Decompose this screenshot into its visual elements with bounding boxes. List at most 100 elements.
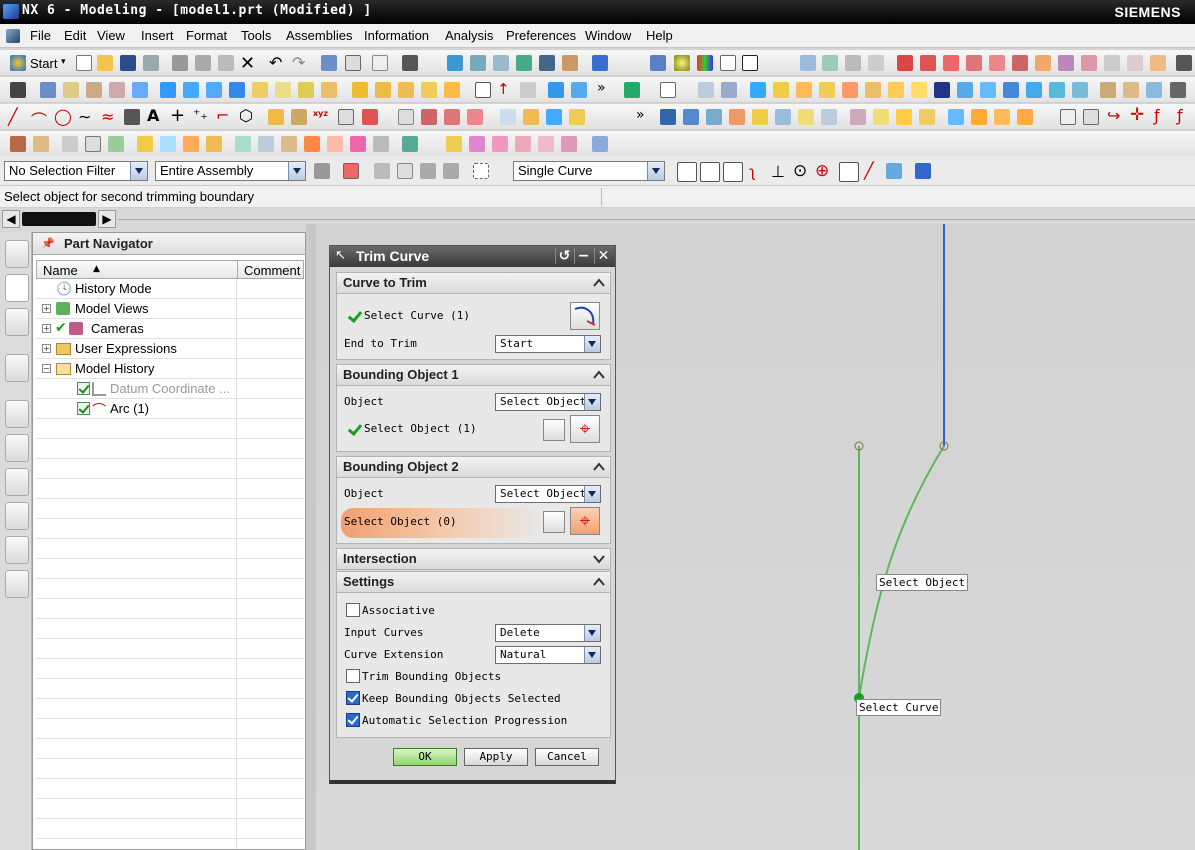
snap-arc-center-icon[interactable]: ⊙ (793, 161, 807, 181)
process-studio-icon[interactable] (5, 468, 29, 496)
divide-curve-icon[interactable] (729, 109, 745, 125)
tree-item-cameras[interactable]: + ✔ Cameras (36, 319, 304, 339)
fill-surface-icon[interactable] (773, 82, 789, 98)
unsuppress-icon[interactable] (183, 136, 199, 152)
expand-chevron-icon[interactable] (592, 552, 606, 566)
end-to-trim-dropdown[interactable]: Start (495, 335, 601, 353)
law-extension-icon[interactable] (934, 82, 950, 98)
point-icon[interactable]: + (170, 105, 185, 126)
offset-surface-icon[interactable] (1072, 82, 1088, 98)
menu-view[interactable]: View (97, 28, 125, 43)
arc-icon[interactable]: ⌒ (31, 107, 47, 131)
snap-bounded-grid-icon[interactable] (915, 163, 931, 179)
snap-quadrant-icon[interactable] (1012, 55, 1028, 71)
edit-spline-icon[interactable] (850, 109, 866, 125)
menu-analysis[interactable]: Analysis (445, 28, 493, 43)
more-surface-icon[interactable] (1170, 82, 1186, 98)
datum-plane-icon[interactable] (475, 82, 491, 98)
slope-icon[interactable] (994, 109, 1010, 125)
layer-icon[interactable] (800, 55, 816, 71)
arc-curve[interactable] (858, 445, 945, 699)
column-name[interactable]: Name (43, 263, 78, 278)
make-coplanar-icon[interactable] (515, 136, 531, 152)
expand-icon[interactable]: + (42, 304, 51, 313)
sphere-icon[interactable] (674, 55, 690, 71)
trim-corner-icon[interactable] (706, 109, 722, 125)
associative-checkbox[interactable] (346, 603, 360, 617)
snap-end-point-icon[interactable] (700, 162, 720, 182)
line-icon[interactable]: ╱ (8, 107, 18, 126)
sphere-feature-icon[interactable] (206, 82, 222, 98)
snap-bounded-icon[interactable] (1104, 55, 1120, 71)
menu-file[interactable]: File (30, 28, 51, 43)
system-materials-icon[interactable] (5, 434, 29, 462)
mirror-face-icon[interactable] (469, 136, 485, 152)
project-icon[interactable] (421, 109, 437, 125)
point-dialog-icon[interactable] (543, 419, 565, 441)
surface-analysis-icon[interactable] (948, 109, 964, 125)
curve-analysis-icon[interactable]: ↪ (1107, 106, 1120, 125)
cut-icon[interactable] (172, 55, 188, 71)
measure-distance-icon[interactable] (1060, 109, 1076, 125)
more-chevron-icon[interactable]: » (597, 80, 606, 96)
menu-tools[interactable]: Tools (241, 28, 271, 43)
pocket-icon[interactable] (275, 82, 291, 98)
menu-information[interactable]: Information (364, 28, 429, 43)
edit-fillet-icon[interactable] (752, 109, 768, 125)
chevron-down-icon[interactable]: ▾ (61, 57, 66, 67)
feature-checkbox[interactable] (77, 382, 90, 395)
grid-toggle-icon[interactable] (1176, 55, 1192, 71)
selection-filter-dropdown[interactable]: No Selection Filter (4, 161, 148, 181)
tree-item-arc[interactable]: ⌒ Arc (1) (36, 399, 304, 419)
collapse-chevron-icon[interactable] (592, 276, 606, 290)
boss-icon[interactable] (252, 82, 268, 98)
binoculars-icon[interactable] (402, 55, 418, 71)
repeat-command-icon[interactable] (321, 55, 337, 71)
layer-settings-icon[interactable] (822, 55, 838, 71)
background-icon[interactable] (742, 55, 758, 71)
snap-control-icon[interactable] (943, 55, 959, 71)
sketch-icon[interactable] (40, 82, 56, 98)
studio-spline-icon[interactable]: ≈ (101, 107, 114, 126)
reorder-icon[interactable] (108, 136, 124, 152)
instance-icon[interactable] (624, 82, 640, 98)
radius-icon[interactable] (1017, 109, 1033, 125)
pad-icon[interactable] (298, 82, 314, 98)
polygon-icon[interactable]: ⬡ (239, 106, 253, 125)
snap-point-on-curve-icon[interactable] (839, 162, 859, 182)
assembly-navigator-icon[interactable] (5, 240, 29, 268)
menu-preferences[interactable]: Preferences (506, 28, 576, 43)
select-curve-label[interactable]: Select Curve (1) (364, 309, 470, 322)
pattern-face-icon[interactable] (446, 136, 462, 152)
menu-format[interactable]: Format (186, 28, 227, 43)
parabola-icon[interactable] (291, 109, 307, 125)
collapse-chevron-icon[interactable] (592, 575, 606, 589)
wrap-icon[interactable] (1049, 82, 1065, 98)
menu-window[interactable]: Window (585, 28, 631, 43)
section-bounding-object-2[interactable]: Bounding Object 2 (336, 456, 611, 478)
cancel-button[interactable]: Cancel (535, 748, 599, 766)
snap-center-icon[interactable] (989, 55, 1005, 71)
scroll-right-icon[interactable]: ▶ (98, 210, 116, 228)
curve-length-icon[interactable] (798, 109, 814, 125)
select-prev-icon[interactable] (374, 163, 390, 179)
open-folder-icon[interactable] (97, 55, 113, 71)
wireframe-icon[interactable] (720, 55, 736, 71)
pan-icon[interactable] (516, 55, 532, 71)
shaded-icon[interactable] (650, 55, 666, 71)
offset-face-icon[interactable] (660, 82, 676, 98)
combo-curve-icon[interactable]: ƒ (1177, 106, 1183, 125)
column-divider[interactable] (237, 261, 238, 278)
curve-tool-icon[interactable]: ƒ (1154, 106, 1160, 125)
collapse-icon[interactable]: − (42, 364, 51, 373)
feature-checkbox[interactable] (77, 402, 90, 415)
hole-icon[interactable] (229, 82, 245, 98)
helix-icon[interactable] (338, 109, 354, 125)
datum-csys-icon[interactable] (520, 82, 536, 98)
section-intersection[interactable]: Intersection (336, 548, 611, 570)
measure-angle-icon[interactable] (1083, 109, 1099, 125)
system-scenes-icon[interactable] (5, 570, 29, 598)
ok-button[interactable]: OK (393, 748, 457, 766)
section-curve-to-trim[interactable]: Curve to Trim (336, 272, 611, 294)
tree-item-model-views[interactable]: + Model Views (36, 299, 304, 319)
